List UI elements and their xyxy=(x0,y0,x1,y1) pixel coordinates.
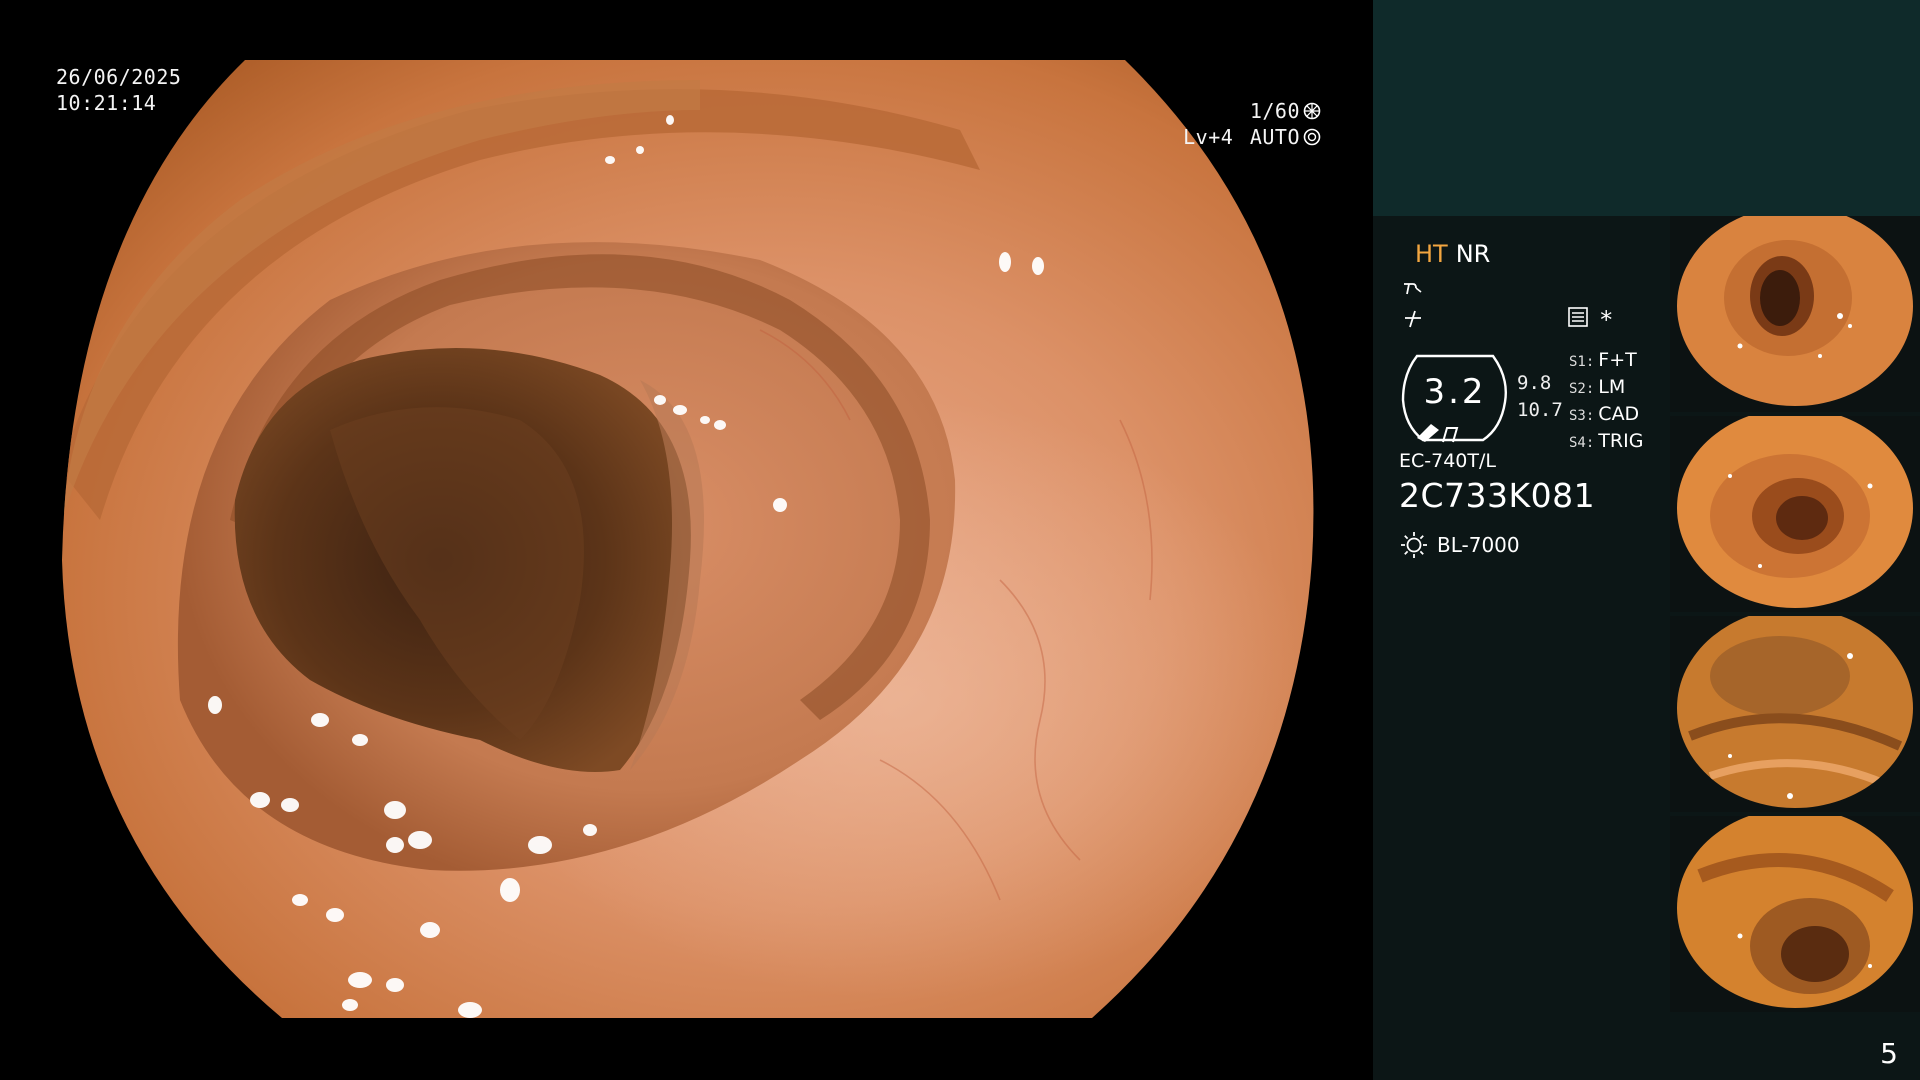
thumbnail-capture-4[interactable] xyxy=(1670,816,1920,1012)
mode-nr: NR xyxy=(1455,240,1491,268)
iris-mode: AUTO xyxy=(1249,125,1300,149)
date-time-overlay: 26/06/2025 10:21:14 xyxy=(56,64,181,116)
thumbnail-capture-1[interactable] xyxy=(1670,216,1920,412)
processor-status: HT NR * 3.2 9.8 10.7 S1: F+T S2: LM S3: CAD xyxy=(1399,240,1699,580)
scope-model: EC-740T/L xyxy=(1399,450,1496,472)
switch-s4: S4: TRIG xyxy=(1569,430,1644,452)
capture-date: 26/06/2025 xyxy=(56,65,182,89)
info-panel: HT NR * 3.2 9.8 10.7 S1: F+T S2: LM S3: CAD xyxy=(1373,0,1920,1080)
enhance-icon xyxy=(1404,283,1422,295)
endoscope-live-view: 26/06/2025 10:21:14 1/60 Lv+4 AUTO xyxy=(0,0,1372,1080)
scope-switch-list: S1: F+T S2: LM S3: CAD S4: TRIG xyxy=(1569,348,1643,456)
brightness-level: Lv+4 xyxy=(1183,125,1234,149)
mode-ht: HT xyxy=(1415,240,1448,268)
shutter-icon xyxy=(1303,102,1321,120)
panel-header-area xyxy=(1373,0,1920,216)
asterisk-indicator: * xyxy=(1599,306,1614,334)
scope-serial-number: 2C733K081 xyxy=(1399,476,1596,515)
light-source-icon xyxy=(1401,532,1427,558)
colon-lumen-image xyxy=(62,60,1314,1018)
shutter-speed: 1/60 xyxy=(1249,99,1300,123)
switch-s2: S2: LM xyxy=(1569,376,1626,398)
thumbnail-image-3 xyxy=(1677,616,1913,808)
settings-list-icon xyxy=(1568,307,1588,327)
lens-value-2: 10.7 xyxy=(1517,399,1563,421)
thumbnail-image-4 xyxy=(1677,816,1913,1008)
thumbnail-capture-3[interactable] xyxy=(1670,616,1920,812)
switch-s1: S1: F+T xyxy=(1569,349,1637,371)
thumbnail-image-2 xyxy=(1677,416,1913,608)
exposure-overlay: 1/60 Lv+4 AUTO xyxy=(1183,98,1322,150)
page-number: 5 xyxy=(1880,1037,1898,1070)
lens-value-1: 9.8 xyxy=(1517,372,1552,394)
light-source: BL-7000 xyxy=(1399,530,1520,560)
zoom-value: 3.2 xyxy=(1423,372,1487,412)
color-tone-icon xyxy=(1405,310,1421,328)
thumbnail-capture-2[interactable] xyxy=(1670,416,1920,612)
light-source-label: BL-7000 xyxy=(1437,533,1520,557)
thumbnail-image-1 xyxy=(1677,216,1913,406)
image-mode: HT NR xyxy=(1415,240,1490,268)
capture-thumbnails xyxy=(1670,216,1920,1020)
capture-time: 10:21:14 xyxy=(56,91,157,115)
iris-icon xyxy=(1303,128,1321,146)
lens-values: 9.8 10.7 xyxy=(1517,370,1563,424)
switch-s3: S3: CAD xyxy=(1569,403,1640,425)
